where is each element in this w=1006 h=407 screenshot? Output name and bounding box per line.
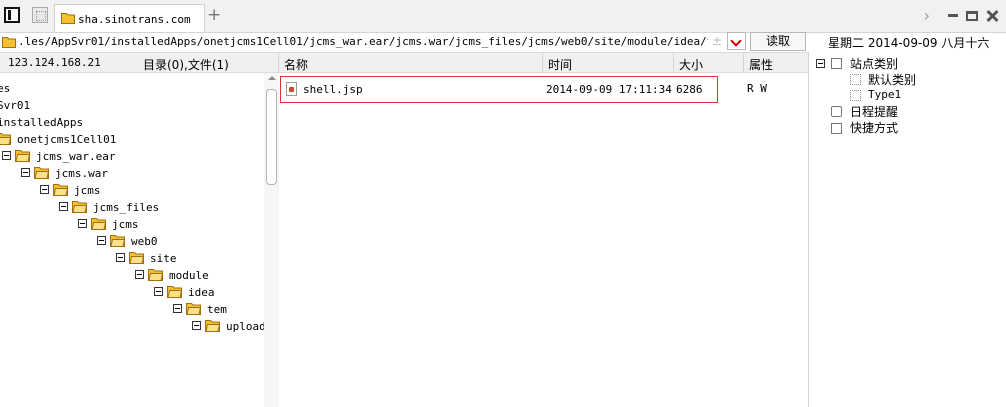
item-count: 目录(0),文件(1) <box>143 58 229 72</box>
tab-title: sha.sinotrans.com <box>78 13 191 26</box>
tree-node-label: module <box>169 269 209 282</box>
tree-node-label: Svr01 <box>0 99 31 112</box>
jsp-file-icon <box>286 82 297 96</box>
right-panel: 站点类别 默认类别 Type1 日程提醒 快捷方式 <box>808 52 1006 407</box>
tree-node-label: jcms_files <box>93 201 160 214</box>
new-tab-button[interactable]: + <box>207 6 221 24</box>
file-size: 6286 <box>676 83 703 96</box>
tab-bar: sha.sinotrans.com + › <box>0 0 1006 33</box>
folder-open-icon <box>53 184 69 196</box>
tree-node-label: upload <box>226 320 265 333</box>
folder-icon <box>2 37 16 48</box>
folder-open-icon <box>205 320 221 332</box>
tab-sinotrans[interactable]: sha.sinotrans.com <box>54 4 205 32</box>
address-bar: ± 读取 星期二 2014-09-09 八月十六 <box>0 32 1006 52</box>
type1-category[interactable]: Type1 <box>868 88 901 101</box>
chevron-down-icon[interactable] <box>727 32 746 50</box>
tree-node-label: onetjcms1Cell01 <box>17 133 117 146</box>
collapse-toggle-icon[interactable] <box>21 168 30 177</box>
folder-open-icon <box>0 133 12 145</box>
scroll-up-icon[interactable] <box>268 76 276 80</box>
file-row[interactable]: shell.jsp 2014-09-09 17:11:34 6286 <box>280 76 718 103</box>
folder-icon <box>61 13 75 24</box>
collapse-toggle-icon[interactable] <box>816 59 825 68</box>
column-time[interactable]: 时间 <box>548 56 572 73</box>
tree-node-label: web0 <box>131 235 158 248</box>
collapse-toggle-icon[interactable] <box>192 321 201 330</box>
server-ip: 123.124.168.21 <box>8 56 101 69</box>
folder-open-icon <box>34 167 50 179</box>
column-name[interactable]: 名称 <box>284 56 308 73</box>
read-button[interactable]: 读取 <box>750 32 806 51</box>
tree-node-label: jcms_war.ear <box>36 150 116 163</box>
folder-open-icon <box>148 269 164 281</box>
directory-tree: es Svr01 installedApps onetjcms1Cell01 jcms_… <box>0 73 265 407</box>
blank-tab-icon[interactable] <box>32 7 48 23</box>
folder-open-icon <box>167 286 183 298</box>
collapse-toggle-icon[interactable] <box>135 270 144 279</box>
close-button[interactable] <box>986 10 998 22</box>
tree-node-label: tem <box>207 303 227 316</box>
category-icon <box>850 74 861 85</box>
tree-node-label: jcms <box>74 184 101 197</box>
schedule-icon <box>831 106 842 117</box>
site-category[interactable]: 站点类别 <box>850 55 898 72</box>
path-input[interactable] <box>18 33 708 50</box>
scrollbar-thumb[interactable] <box>266 89 277 185</box>
collapse-toggle-icon[interactable] <box>2 151 11 160</box>
file-attr: R W <box>747 82 767 95</box>
panel-toggle-icon[interactable] <box>4 7 20 23</box>
schedule-reminder[interactable]: 日程提醒 <box>850 103 898 120</box>
site-category-icon <box>831 58 842 69</box>
tree-node-label: idea <box>188 286 215 299</box>
shortcut-icon <box>831 123 842 134</box>
collapse-toggle-icon[interactable] <box>154 287 163 296</box>
collapse-toggle-icon[interactable] <box>116 253 125 262</box>
tree-node-label: jcms.war <box>55 167 108 180</box>
date-display: 星期二 2014-09-09 八月十六 <box>828 36 990 50</box>
collapse-toggle-icon[interactable] <box>59 202 68 211</box>
collapse-toggle-icon[interactable] <box>97 236 106 245</box>
minimize-button[interactable] <box>948 14 958 17</box>
category-icon <box>850 90 861 101</box>
folder-open-icon <box>91 218 107 230</box>
folder-open-icon <box>15 150 31 162</box>
folder-open-icon <box>110 235 126 247</box>
default-category[interactable]: 默认类别 <box>868 71 916 88</box>
column-attr[interactable]: 属性 <box>749 56 773 73</box>
column-header: 123.124.168.21 目录(0),文件(1) 名称 时间 大小 属性 <box>0 52 808 73</box>
folder-open-icon <box>186 303 202 315</box>
chevron-right-icon[interactable]: › <box>924 6 936 25</box>
tree-node-label: site <box>150 252 177 265</box>
maximize-button[interactable] <box>966 10 978 21</box>
collapse-toggle-icon[interactable] <box>173 304 182 313</box>
folder-open-icon <box>129 252 145 264</box>
column-size[interactable]: 大小 <box>679 56 703 73</box>
tree-node-label: jcms <box>112 218 139 231</box>
history-icon[interactable]: ± <box>712 34 722 48</box>
shortcut[interactable]: 快捷方式 <box>850 119 898 136</box>
file-list: shell.jsp 2014-09-09 17:11:34 6286 R W <box>280 73 808 407</box>
tree-node-label: installedApps <box>0 116 84 129</box>
collapse-toggle-icon[interactable] <box>40 185 49 194</box>
vertical-scrollbar[interactable] <box>264 73 279 407</box>
collapse-toggle-icon[interactable] <box>78 219 87 228</box>
tree-node-label: es <box>0 82 11 95</box>
file-time: 2014-09-09 17:11:34 <box>546 83 672 96</box>
folder-open-icon <box>72 201 88 213</box>
file-name: shell.jsp <box>303 83 363 96</box>
